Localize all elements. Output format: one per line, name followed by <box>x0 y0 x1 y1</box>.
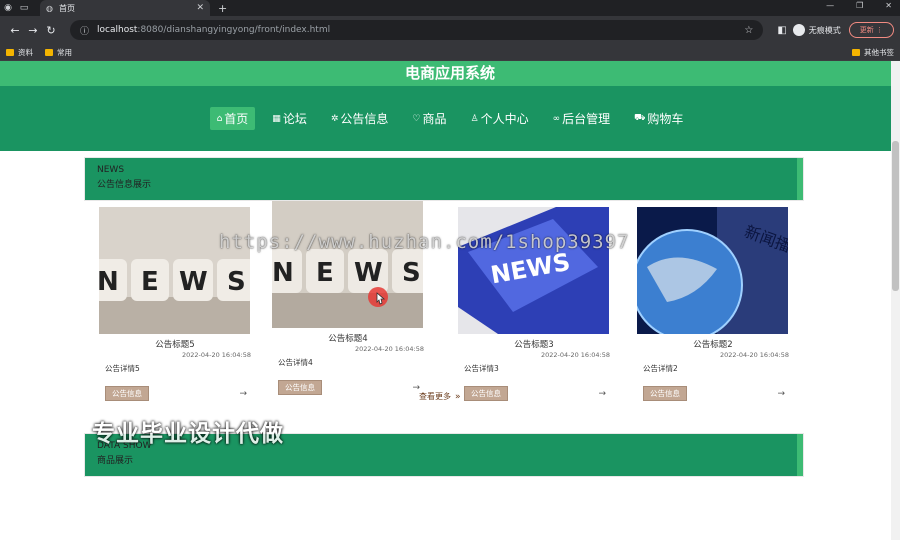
new-tab-button[interactable]: + <box>218 2 227 15</box>
card-title[interactable]: 公告标题2 <box>637 338 789 350</box>
arrow-right-icon[interactable]: → <box>239 389 247 399</box>
globe-icon: ◍ <box>46 3 53 13</box>
svg-text:E: E <box>141 267 159 297</box>
scrollbar-thumb[interactable] <box>892 141 899 291</box>
nav-admin[interactable]: ∞ 后台管理 <box>546 107 618 130</box>
minimize-icon[interactable]: — <box>826 1 834 10</box>
card-tag[interactable]: 公告信息 <box>643 386 687 401</box>
section-title-cn: 商品展示 <box>97 456 134 466</box>
tab-search-icon[interactable]: ▭ <box>16 3 32 13</box>
section-title-en: NEWS <box>97 165 125 175</box>
news-globe-image[interactable]: 新闻播报 <box>637 207 788 334</box>
url-input[interactable]: ⓘ localhost:8080/dianshangyingyong/front… <box>70 20 764 40</box>
card-date: 2022-04-20 16:04:58 <box>354 345 424 353</box>
folder-icon <box>45 48 53 56</box>
url-path: :8080/dianshangyingyong/front/index.html <box>137 25 331 35</box>
tab-title: 首页 <box>58 3 75 13</box>
card-detail: 公告详情4 <box>278 358 313 367</box>
user-icon: ♙ <box>470 113 479 124</box>
bookmarks-bar: 资料 常用 其他书签 <box>0 44 900 61</box>
svg-text:S: S <box>227 267 246 297</box>
card-title[interactable]: 公告标题3 <box>458 338 610 350</box>
page-content: 电商应用系统 ⌂ 首页 ▦ 论坛 ✲ 公告信息 ♡ 商品 ♙ 个人中心 ∞ 后台管理 ⛟ 购物… <box>0 61 900 540</box>
bookmark-folder[interactable]: 资料 <box>6 47 33 58</box>
card-date: 2022-04-20 16:04:58 <box>719 351 789 359</box>
card-detail: 公告详情5 <box>105 364 140 373</box>
svg-text:E: E <box>316 258 334 288</box>
page-scrollbar[interactable] <box>891 61 900 540</box>
product-icon: ♡ <box>412 113 421 124</box>
forum-icon: ▦ <box>272 113 281 124</box>
news-card[interactable]: 新闻播报 公告标题2 2022-04-20 16:04:58 公告详情2 公告信… <box>637 207 789 407</box>
forward-button[interactable]: → <box>24 24 42 37</box>
url-host: localhost <box>97 25 138 35</box>
home-icon: ⌂ <box>216 113 223 124</box>
cart-icon: ⛟ <box>634 113 646 123</box>
news-section-header: NEWS 公告信息展示 <box>84 157 804 201</box>
section-title-cn: 公告信息展示 <box>97 180 152 190</box>
browser-tab-strip: ◉ ▭ ◍ 首页 ✕ + — ❐ ✕ <box>0 0 900 16</box>
card-tag[interactable]: 公告信息 <box>278 380 322 395</box>
bookmark-folder[interactable]: 常用 <box>45 47 72 58</box>
svg-text:W: W <box>179 267 208 297</box>
side-panel-icon[interactable]: ◧ <box>777 25 786 36</box>
chrome-menu-icon[interactable]: ◉ <box>0 3 16 13</box>
site-info-icon[interactable]: ⓘ <box>80 24 89 37</box>
card-title[interactable]: 公告标题5 <box>99 338 251 350</box>
main-nav: ⌂ 首页 ▦ 论坛 ✲ 公告信息 ♡ 商品 ♙ 个人中心 ∞ 后台管理 ⛟ 购物车 <box>0 86 900 151</box>
nav-user-center[interactable]: ♙ 个人中心 <box>463 107 535 130</box>
incognito-avatar-icon <box>792 24 805 36</box>
close-tab-icon[interactable]: ✕ <box>196 3 204 13</box>
other-bookmarks[interactable]: 其他书签 <box>852 47 894 58</box>
svg-text:W: W <box>354 258 383 288</box>
svg-text:S: S <box>402 258 421 288</box>
nav-home[interactable]: ⌂ 首页 <box>209 107 256 130</box>
nav-forum[interactable]: ▦ 论坛 <box>265 107 314 130</box>
arrow-right-icon[interactable]: → <box>598 389 606 399</box>
notice-icon: ✲ <box>330 113 339 124</box>
nav-notice[interactable]: ✲ 公告信息 <box>324 107 396 130</box>
card-date: 2022-04-20 16:04:58 <box>540 351 610 359</box>
news-dice-image[interactable]: N E W S <box>99 207 250 334</box>
double-chevron-right-icon: » <box>455 392 461 402</box>
card-tag[interactable]: 公告信息 <box>105 386 149 401</box>
text-watermark: 专业毕业设计代做 <box>92 421 284 447</box>
browser-tab[interactable]: ◍ 首页 ✕ <box>40 0 210 16</box>
link-icon: ∞ <box>552 113 561 124</box>
folder-icon <box>6 48 14 56</box>
folder-icon <box>852 48 860 56</box>
back-button[interactable]: ← <box>6 24 24 37</box>
url-watermark: https://www.huzhan.com/1shop39397 <box>219 231 630 253</box>
nav-cart[interactable]: ⛟ 购物车 <box>627 107 690 130</box>
news-key-image[interactable]: NEWS <box>458 207 609 334</box>
news-dice-image[interactable]: N E W S <box>272 201 423 328</box>
bookmark-star-icon[interactable]: ☆ <box>744 25 753 36</box>
card-title[interactable]: 公告标题4 <box>272 332 424 344</box>
card-detail: 公告详情3 <box>464 364 499 373</box>
mouse-cursor-icon <box>368 287 390 313</box>
profile-button[interactable]: 无痕模式 <box>792 24 841 36</box>
profile-label: 无痕模式 <box>808 25 841 35</box>
restore-icon[interactable]: ❐ <box>856 1 863 10</box>
svg-text:N: N <box>99 267 119 297</box>
svg-text:N: N <box>272 258 294 288</box>
window-close-icon[interactable]: ✕ <box>885 1 892 10</box>
card-detail: 公告详情2 <box>643 364 678 373</box>
nav-product[interactable]: ♡ 商品 <box>405 107 453 130</box>
reload-button[interactable]: ↻ <box>42 24 60 37</box>
card-tag[interactable]: 公告信息 <box>464 386 508 401</box>
update-button[interactable]: 更新 ⋮ <box>848 22 894 38</box>
view-more-link[interactable]: 查看更多» <box>419 391 461 402</box>
card-date: 2022-04-20 16:04:58 <box>181 351 251 359</box>
site-title: 电商应用系统 <box>0 61 900 86</box>
arrow-right-icon[interactable]: → <box>777 389 785 399</box>
address-bar: ← → ↻ ⓘ localhost:8080/dianshangyingyong… <box>0 16 900 44</box>
